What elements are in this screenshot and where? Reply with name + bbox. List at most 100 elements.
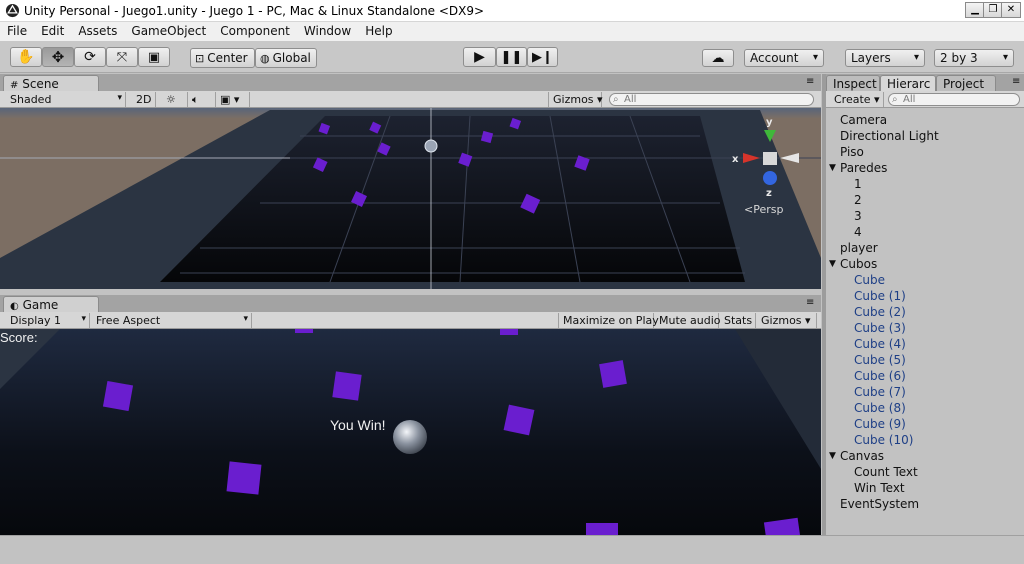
game-cube[interactable] bbox=[102, 380, 134, 412]
hierarchy-item[interactable]: Cube bbox=[854, 273, 885, 289]
hierarchy-item[interactable]: Camera bbox=[840, 113, 887, 129]
create-dropdown[interactable]: Create ▾ bbox=[830, 92, 884, 107]
rect-tool-icon: ▣ bbox=[147, 49, 161, 65]
expand-triangle-icon[interactable]: ▼ bbox=[829, 259, 836, 269]
space-label: Global bbox=[272, 51, 311, 65]
game-cube[interactable] bbox=[599, 360, 627, 388]
hierarchy-item[interactable]: Cube (4) bbox=[854, 337, 906, 353]
menu-help[interactable]: Help bbox=[358, 22, 399, 38]
hierarchy-item[interactable]: ▼ Canvas bbox=[829, 449, 884, 465]
hierarchy-item[interactable]: EventSystem bbox=[840, 497, 919, 513]
scale-tool-button[interactable]: ⤧ bbox=[106, 47, 138, 67]
tab-hierarchy[interactable]: Hierarc bbox=[880, 75, 936, 92]
pause-button[interactable]: ❚❚ bbox=[496, 47, 527, 67]
hierarchy-item[interactable]: Cube (3) bbox=[854, 321, 906, 337]
move-tool-button[interactable]: ✥ bbox=[42, 47, 74, 67]
hierarchy-item[interactable]: Cube (10) bbox=[854, 433, 913, 449]
menu-gameobject[interactable]: GameObject bbox=[124, 22, 213, 38]
minimize-button[interactable]: ▁ bbox=[965, 2, 985, 18]
maximize-button[interactable]: ❐ bbox=[983, 2, 1003, 18]
pivot-icon: ⊡ bbox=[195, 51, 205, 65]
menu-window[interactable]: Window bbox=[297, 22, 358, 38]
display-dropdown[interactable]: Display 1 ▾ bbox=[6, 313, 90, 328]
hierarchy-item[interactable]: Cube (6) bbox=[854, 369, 906, 385]
display-label: Display 1 bbox=[10, 314, 62, 327]
rotate-tool-button[interactable]: ⟳ bbox=[74, 47, 106, 67]
hierarchy-item[interactable]: Win Text bbox=[854, 481, 905, 497]
shading-mode-dropdown[interactable]: Shaded ▾ bbox=[6, 92, 126, 107]
hierarchy-item[interactable]: ▼ Cubos bbox=[829, 257, 877, 273]
window-title-bar: Unity Personal - Juego1.unity - Juego 1 … bbox=[0, 0, 1024, 22]
hierarchy-item[interactable]: 1 bbox=[854, 177, 862, 193]
hierarchy-item[interactable]: Cube (2) bbox=[854, 305, 906, 321]
hierarchy-item[interactable]: player bbox=[840, 241, 878, 257]
effects-dropdown[interactable]: ▣ ▾ bbox=[216, 92, 250, 107]
hierarchy-item-label: Piso bbox=[840, 145, 864, 159]
game-cube[interactable] bbox=[503, 404, 535, 436]
pivot-center-toggle[interactable]: ⊡ Center bbox=[190, 48, 255, 68]
expand-triangle-icon[interactable]: ▼ bbox=[829, 163, 836, 173]
scene-viewport[interactable]: y x z <Persp bbox=[0, 108, 821, 289]
audio-toggle[interactable]: 🔈︎ bbox=[188, 92, 216, 107]
hierarchy-item[interactable]: Directional Light bbox=[840, 129, 939, 145]
hierarchy-item[interactable]: Cube (7) bbox=[854, 385, 906, 401]
aspect-dropdown[interactable]: Free Aspect ▾ bbox=[92, 313, 252, 328]
hierarchy-item[interactable]: Cube (8) bbox=[854, 401, 906, 417]
scene-search-input[interactable]: ⌕ All bbox=[609, 93, 814, 106]
menu-component[interactable]: Component bbox=[213, 22, 297, 38]
panel-menu-icon[interactable]: ≡ bbox=[1012, 76, 1020, 87]
scene-player-sphere[interactable] bbox=[424, 139, 438, 153]
hierarchy-item[interactable]: 4 bbox=[854, 225, 862, 241]
mode-2d-toggle[interactable]: 2D bbox=[132, 92, 156, 107]
layers-dropdown[interactable]: Layers bbox=[845, 49, 925, 67]
close-button[interactable]: ✕ bbox=[1001, 2, 1021, 18]
hierarchy-item[interactable]: Count Text bbox=[854, 465, 918, 481]
mute-audio-toggle[interactable]: Mute audio bbox=[655, 313, 721, 328]
tab-inspector[interactable]: Inspect bbox=[826, 75, 880, 92]
hierarchy-item[interactable]: ▼ Paredes bbox=[829, 161, 887, 177]
space-global-toggle[interactable]: ◍ Global bbox=[255, 48, 317, 68]
hierarchy-item[interactable]: Cube (1) bbox=[854, 289, 906, 305]
tab-game[interactable]: ◐ Game bbox=[3, 296, 99, 313]
hierarchy-search-placeholder: All bbox=[903, 94, 916, 105]
game-cube[interactable] bbox=[586, 523, 618, 535]
hand-tool-button[interactable]: ✋ bbox=[10, 47, 42, 67]
layout-dropdown[interactable]: 2 by 3 bbox=[934, 49, 1014, 67]
menu-file[interactable]: File bbox=[0, 22, 34, 38]
expand-triangle-icon[interactable]: ▼ bbox=[829, 451, 836, 461]
panel-menu-icon[interactable]: ≡ bbox=[806, 76, 814, 87]
game-player-ball[interactable] bbox=[393, 420, 427, 454]
tab-scene[interactable]: # Scene bbox=[3, 75, 99, 92]
scene-gizmos-dropdown[interactable]: Gizmos ▾ bbox=[548, 92, 603, 107]
menu-assets[interactable]: Assets bbox=[71, 22, 124, 38]
game-cube[interactable] bbox=[295, 329, 313, 333]
game-viewport[interactable] bbox=[0, 329, 821, 535]
play-button[interactable]: ▶ bbox=[463, 47, 496, 67]
sun-icon: ☼ bbox=[166, 93, 176, 106]
maximize-on-play-toggle[interactable]: Maximize on Play bbox=[558, 313, 659, 328]
game-gizmos-dropdown[interactable]: Gizmos ▾ bbox=[757, 313, 817, 328]
cloud-button[interactable]: ☁ bbox=[702, 49, 734, 67]
stats-toggle[interactable]: Stats bbox=[720, 313, 756, 328]
game-cube[interactable] bbox=[332, 371, 362, 401]
panel-menu-icon[interactable]: ≡ bbox=[806, 297, 814, 308]
menu-edit[interactable]: Edit bbox=[34, 22, 71, 38]
hierarchy-item-label: EventSystem bbox=[840, 497, 920, 511]
lighting-toggle[interactable]: ☼ bbox=[162, 92, 188, 107]
hierarchy-item[interactable]: 3 bbox=[854, 209, 862, 225]
step-button[interactable]: ▶❙ bbox=[527, 47, 558, 67]
game-cube[interactable] bbox=[226, 461, 262, 495]
hierarchy-search-input[interactable]: ⌕ All bbox=[888, 93, 1020, 106]
persp-label[interactable]: <Persp bbox=[744, 203, 783, 216]
tab-project[interactable]: Project bbox=[936, 75, 996, 92]
hierarchy-item[interactable]: Cube (5) bbox=[854, 353, 906, 369]
hierarchy-item[interactable]: Piso bbox=[840, 145, 864, 161]
hierarchy-item[interactable]: Cube (9) bbox=[854, 417, 906, 433]
account-dropdown[interactable]: Account bbox=[744, 49, 824, 67]
hierarchy-item[interactable]: 2 bbox=[854, 193, 862, 209]
win-text: You Win! bbox=[330, 417, 386, 433]
game-cube[interactable] bbox=[500, 329, 518, 335]
hierarchy-item-label: Cube (1) bbox=[854, 289, 906, 303]
hierarchy-item-label: 2 bbox=[854, 193, 862, 207]
rect-tool-button[interactable]: ▣ bbox=[138, 47, 170, 67]
